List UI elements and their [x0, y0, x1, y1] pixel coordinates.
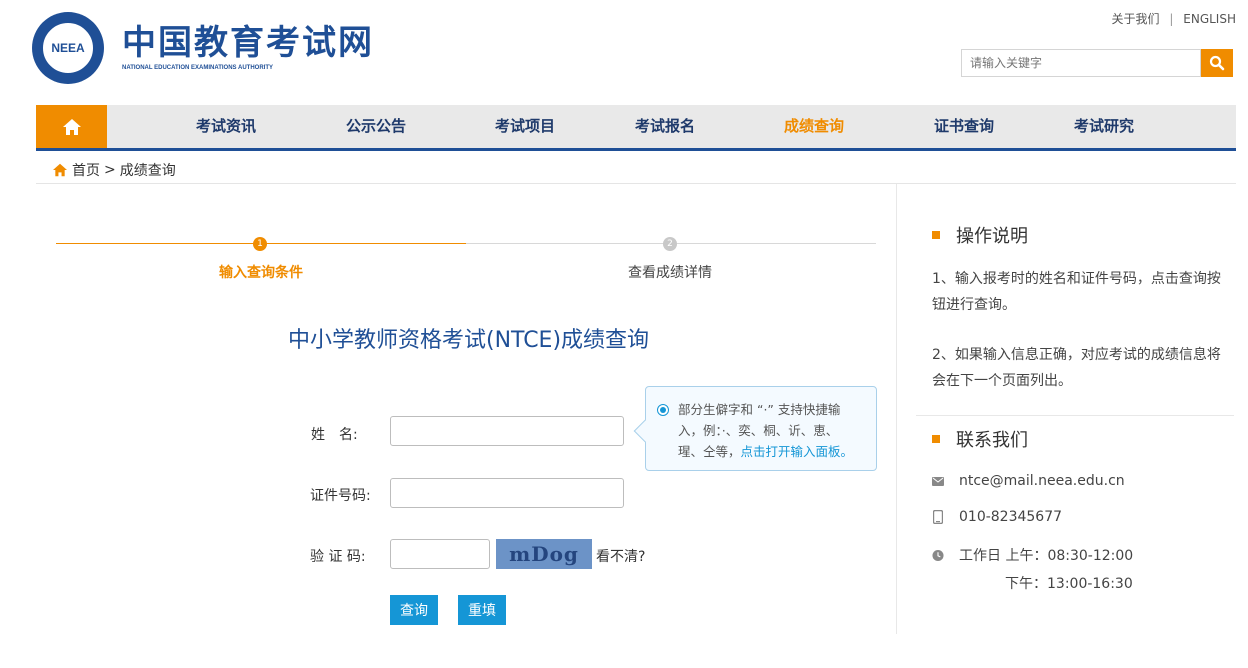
- input-tip-popover: 部分生僻字和 “·” 支持快捷输 入，例：·、奕、桐、䜣、恵、 瑆、仝等，点击打…: [633, 386, 877, 471]
- hours-morning: 工作日 上午：08:30-12:00: [959, 548, 1134, 564]
- contact-email: ntce@mail.neea.edu.cn: [932, 473, 1125, 489]
- nav-item-registration[interactable]: 考试报名: [635, 105, 695, 148]
- english-link[interactable]: ENGLISH: [1183, 12, 1236, 26]
- logo-title-en: NATIONAL EDUCATION EXAMINATIONS AUTHORIT…: [122, 65, 273, 71]
- query-button[interactable]: 查询: [390, 595, 438, 625]
- nav-item-certificate-query[interactable]: 证书查询: [934, 105, 994, 148]
- id-number-input[interactable]: [390, 478, 624, 508]
- instructions-title: 操作说明: [956, 226, 1028, 247]
- site-logo[interactable]: NEEA 中国教育考试网 NATIONAL EDUCATION EXAMINAT…: [32, 12, 374, 84]
- nav-item-exam-news[interactable]: 考试资讯: [196, 105, 256, 148]
- square-bullet-icon: [932, 435, 940, 443]
- name-label: 姓 名:: [311, 427, 358, 443]
- about-link[interactable]: 关于我们: [1112, 12, 1160, 26]
- tip-radio-icon: [657, 404, 669, 416]
- sidebar-divider: [896, 184, 897, 634]
- name-input[interactable]: [390, 416, 624, 446]
- breadcrumb-current: 成绩查询: [119, 163, 176, 179]
- envelope-icon: [932, 476, 944, 486]
- captcha-image[interactable]: mDog: [496, 539, 592, 569]
- nav-item-announcements[interactable]: 公示公告: [346, 105, 406, 148]
- step-2-label: 查看成绩详情: [628, 265, 712, 281]
- search-bar: [961, 49, 1233, 77]
- nav-item-exam-research[interactable]: 考试研究: [1074, 105, 1134, 148]
- contact-phone-text: 010-82345677: [959, 509, 1063, 525]
- tip-arrow: [633, 419, 657, 443]
- neea-emblem-icon: NEEA: [32, 12, 104, 84]
- contact-heading: 联系我们: [932, 426, 1028, 452]
- clock-icon: [932, 549, 944, 562]
- refresh-captcha-link[interactable]: 看不清?: [596, 546, 645, 566]
- captcha-label: 验 证 码:: [310, 549, 366, 565]
- step-1-label: 输入查询条件: [219, 265, 303, 281]
- id-number-label: 证件号码:: [310, 488, 371, 504]
- hours-afternoon: 下午：13:00-16:30: [1005, 576, 1133, 592]
- top-links-separator: |: [1169, 12, 1174, 26]
- breadcrumb-home-icon: [53, 163, 67, 177]
- header-divider: [36, 183, 1236, 184]
- nav-item-score-query[interactable]: 成绩查询: [784, 105, 844, 148]
- tip-line-2: 入，例：·、奕、桐、䜣、恵、: [678, 423, 839, 438]
- contact-title: 联系我们: [956, 430, 1028, 451]
- step-1-marker: 1: [253, 237, 267, 251]
- captcha-text: mDog: [509, 542, 579, 566]
- instructions-step-2: 2、如果输入信息正确，对应考试的成绩信息将会在下一个页面列出。: [932, 347, 1221, 389]
- home-icon: [62, 118, 81, 135]
- nav-home-button[interactable]: [36, 105, 107, 148]
- top-links: 关于我们 | ENGLISH: [1112, 10, 1236, 27]
- emblem-text: NEEA: [51, 41, 85, 55]
- instructions-heading: 操作说明: [932, 222, 1028, 248]
- nav-item-exam-projects[interactable]: 考试项目: [495, 105, 555, 148]
- search-input[interactable]: [961, 49, 1201, 77]
- sidebar-section-divider: [916, 415, 1234, 416]
- search-button[interactable]: [1201, 49, 1233, 77]
- main-nav: 考试资讯 公示公告 考试项目 考试报名 成绩查询 证书查询 考试研究: [36, 105, 1236, 151]
- breadcrumb: 首页 > 成绩查询: [52, 160, 176, 180]
- step-2-marker: 2: [663, 237, 677, 251]
- form-title: 中小学教师资格考试(NTCE)成绩查询: [288, 328, 650, 353]
- phone-icon: [932, 510, 944, 524]
- contact-phone: 010-82345677: [932, 509, 1062, 525]
- breadcrumb-home[interactable]: 首页: [72, 160, 100, 180]
- reset-button[interactable]: 重填: [458, 595, 506, 625]
- logo-title-cn: 中国教育考试网: [122, 25, 374, 62]
- tip-line-1: 部分生僻字和 “·” 支持快捷输: [678, 402, 841, 417]
- tip-line-3: 瑆、仝等，: [678, 444, 741, 459]
- instructions-step-1: 1、输入报考时的姓名和证件号码，点击查询按钮进行查询。: [932, 271, 1221, 313]
- breadcrumb-separator: >: [104, 162, 116, 178]
- search-icon: [1209, 55, 1225, 71]
- square-bullet-icon: [932, 231, 940, 239]
- captcha-input[interactable]: [390, 539, 490, 569]
- open-input-panel-link[interactable]: 点击打开输入面板。: [741, 444, 854, 459]
- contact-email-text: ntce@mail.neea.edu.cn: [959, 473, 1125, 489]
- contact-hours: 工作日 上午：08:30-12:00: [932, 545, 1133, 565]
